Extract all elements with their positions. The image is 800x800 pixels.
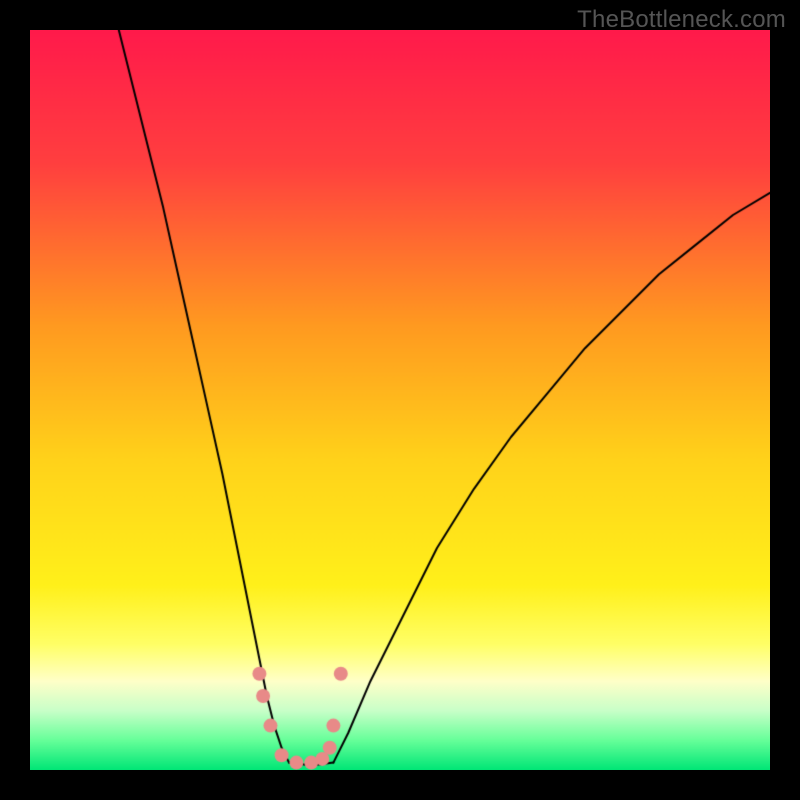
plot-area	[30, 30, 770, 770]
chart-outer-frame: TheBottleneck.com	[0, 0, 800, 800]
watermark-text: TheBottleneck.com	[577, 6, 786, 34]
plot-canvas	[30, 30, 770, 770]
